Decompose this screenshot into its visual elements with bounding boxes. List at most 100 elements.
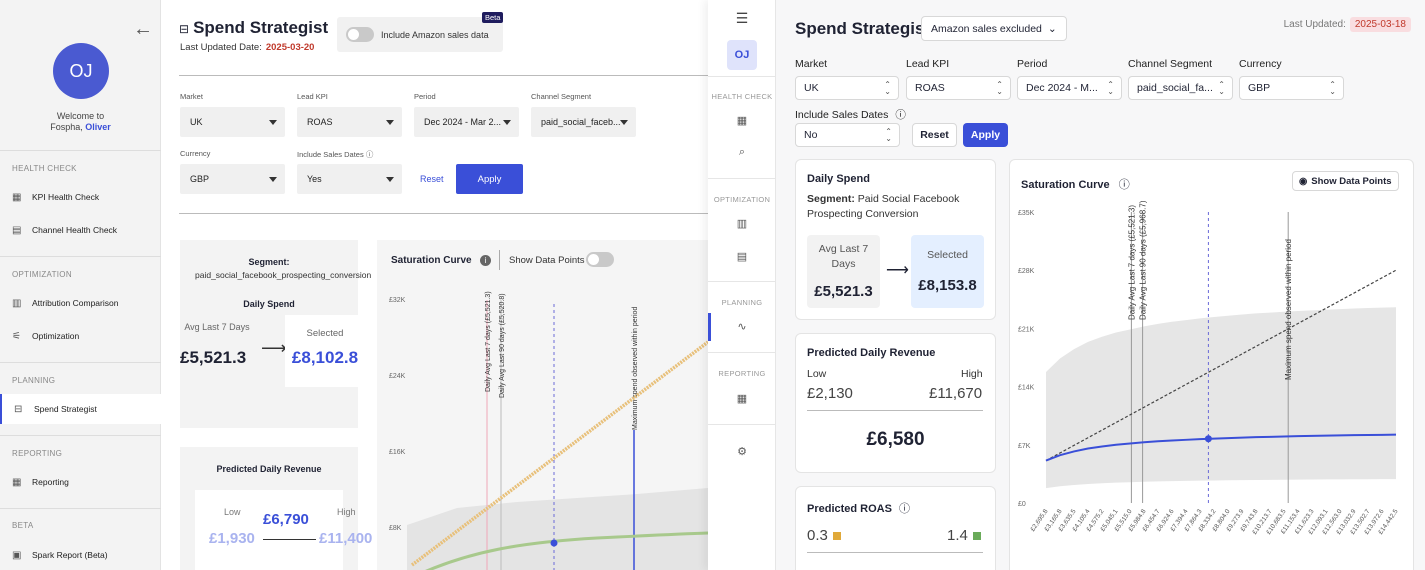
selected-label: Selected: [306, 328, 344, 339]
new-main: Spend Strategist Amazon sales excluded ⌄ …: [776, 0, 1425, 570]
channel-select[interactable]: paid_social_faceb...: [531, 107, 636, 137]
channel-health-icon[interactable]: ⌕: [708, 146, 776, 159]
chart-title: Saturation Curve: [391, 255, 472, 266]
avg-label: Avg Last 7 Days: [184, 322, 250, 332]
attribution-icon[interactable]: ▥: [708, 217, 776, 230]
sidebar-item-channel-health-check[interactable]: ▤ Channel Health Check: [0, 215, 161, 245]
roas-high-swatch: [972, 532, 981, 540]
last-updated: Last Updated: 2025-03-18: [1284, 17, 1411, 32]
channel-select[interactable]: paid_social_fa... ⌃ ⌄: [1128, 76, 1233, 100]
revenue-range-line: [807, 410, 983, 411]
avg-value: £5,521.3: [180, 348, 247, 367]
currency-select[interactable]: GBP ⌃ ⌄: [1239, 76, 1344, 100]
amazon-sales-dropdown[interactable]: Amazon sales excluded ⌄: [921, 16, 1067, 41]
low-label: Low: [224, 507, 241, 517]
period-select[interactable]: Dec 2024 - Mar 2...: [414, 107, 519, 137]
sidebar-item-attribution-comparison[interactable]: ▥ Attribution Comparison: [0, 288, 161, 318]
info-icon[interactable]: ⓘ: [1119, 179, 1130, 191]
selected-value: £8,153.8: [918, 277, 977, 294]
selected-value: £8,102.8: [291, 348, 359, 367]
channel-label: Channel Segment: [531, 92, 592, 101]
sales-dates-label: Include Sales Dates ⓘ: [795, 109, 906, 121]
section-planning: PLANNING: [721, 298, 763, 307]
new-saturation-chart: £35K £28K £21K £14K £7K £0 Daily Avg Last 7 da…: [1018, 200, 1400, 536]
market-label: Market: [795, 58, 828, 70]
y-tick-label: £32K: [389, 297, 406, 304]
sidebar-item-reporting[interactable]: ▦ Reporting: [0, 467, 161, 497]
report-icon: ▣: [12, 549, 22, 561]
section-reporting: REPORTING: [12, 449, 63, 458]
sales-dates-label: Include Sales Dates ⓘ: [297, 150, 374, 159]
daily-spend-title: Daily Spend: [243, 299, 295, 309]
low-value: £2,130: [807, 385, 853, 402]
sales-dates-select[interactable]: No ⌃ ⌄: [795, 123, 900, 147]
predicted-revenue-title: Predicted Daily Revenue: [216, 464, 322, 474]
avatar[interactable]: OJ: [727, 40, 757, 70]
roas-low: 0.3: [807, 527, 841, 544]
sales-dates-select[interactable]: Yes: [297, 164, 402, 194]
y-tick-label: £7K: [1018, 443, 1031, 450]
confidence-band: [1046, 307, 1396, 489]
old-sidebar: ← OJ Welcome to Fospha, Oliver HEALTH CH…: [0, 0, 161, 570]
y-tick-label: £16K: [389, 449, 406, 456]
roas-low-swatch: [832, 532, 841, 540]
strategist-icon: ⊟: [179, 22, 190, 36]
market-select[interactable]: UK: [180, 107, 285, 137]
sidebar-item-spark-report[interactable]: ▣ Spark Report (Beta): [0, 540, 161, 570]
avatar[interactable]: OJ: [53, 43, 109, 99]
currency-select[interactable]: GBP: [180, 164, 285, 194]
avg-label: Avg Last 7 Days: [818, 243, 869, 270]
icon-rail: ☰ OJ HEALTH CHECK ▦ ⌕ OPTIMIZATION ▥ ▤ P…: [708, 0, 776, 570]
apply-button[interactable]: Apply: [963, 123, 1008, 147]
table-icon: ▦: [12, 476, 22, 488]
period-label: Period: [414, 92, 436, 101]
old-main: ⊟ Spend Strategist Last Updated Date: 2025…: [161, 0, 708, 570]
selected-point[interactable]: [550, 539, 558, 547]
reporting-icon[interactable]: ▦: [708, 392, 776, 405]
info-icon[interactable]: ⓘ: [895, 109, 906, 121]
spend-strategist-icon[interactable]: ∿: [708, 320, 776, 333]
back-arrow-icon[interactable]: ←: [133, 18, 153, 41]
grid-icon: ▦: [12, 191, 22, 203]
sliders-icon: ⚟: [12, 330, 21, 342]
section-beta: BETA: [12, 521, 34, 530]
section-reporting: REPORTING: [718, 369, 766, 378]
kpi-select[interactable]: ROAS ⌃ ⌄: [906, 76, 1011, 100]
info-icon[interactable]: ⓘ: [899, 503, 910, 515]
show-data-points-toggle[interactable]: [586, 252, 614, 267]
arrow-right-icon: ⟶: [261, 338, 287, 358]
currency-label: Currency: [180, 149, 211, 158]
high-label: High: [961, 368, 983, 380]
roas-high: 1.4: [947, 527, 981, 544]
sidebar-item-optimization[interactable]: ⚟ Optimization: [0, 321, 161, 351]
show-data-points-button[interactable]: ◉ Show Data Points: [1292, 171, 1399, 191]
menu-icon[interactable]: ☰: [708, 10, 776, 27]
selected-point[interactable]: [1204, 435, 1212, 443]
toggle-switch[interactable]: [346, 27, 374, 42]
market-select[interactable]: UK ⌃ ⌄: [795, 76, 899, 100]
avg-value: £5,521.3: [814, 283, 873, 300]
sidebar-item-spend-strategist[interactable]: ⊟ Spend Strategist: [0, 394, 161, 424]
settings-icon[interactable]: ⚙: [708, 445, 776, 458]
amazon-toggle[interactable]: Include Amazon sales data: [337, 17, 503, 52]
old-saturation-chart: £32K £24K £16K £8K Daily Avg Last 7 days (£…: [389, 291, 708, 570]
strategist-icon: ⊟: [14, 403, 23, 415]
section-optimization: OPTIMIZATION: [713, 195, 771, 204]
y-tick-label: £14K: [1018, 385, 1035, 392]
reset-button[interactable]: Reset: [912, 123, 957, 147]
beta-badge: Beta: [482, 12, 504, 23]
sidebar-item-kpi-health-check[interactable]: ▦ KPI Health Check: [0, 182, 161, 212]
period-label: Period: [1017, 58, 1048, 70]
kpi-select[interactable]: ROAS: [297, 107, 402, 137]
kpi-health-icon[interactable]: ▦: [708, 114, 776, 127]
market-label: Market: [180, 92, 203, 101]
optimization-icon[interactable]: ▤: [708, 250, 776, 263]
info-icon[interactable]: ⓘ: [366, 150, 374, 159]
apply-button[interactable]: Apply: [456, 164, 523, 194]
reset-button[interactable]: Reset: [420, 174, 444, 184]
roas-range-line: [807, 552, 983, 553]
annotation-avg-7: Daily Avg Last 7 days (£5,521.3): [485, 291, 492, 392]
confidence-band: [407, 488, 708, 570]
info-icon[interactable]: i: [480, 255, 491, 266]
period-select[interactable]: Dec 2024 - M... ⌃ ⌄: [1017, 76, 1122, 100]
